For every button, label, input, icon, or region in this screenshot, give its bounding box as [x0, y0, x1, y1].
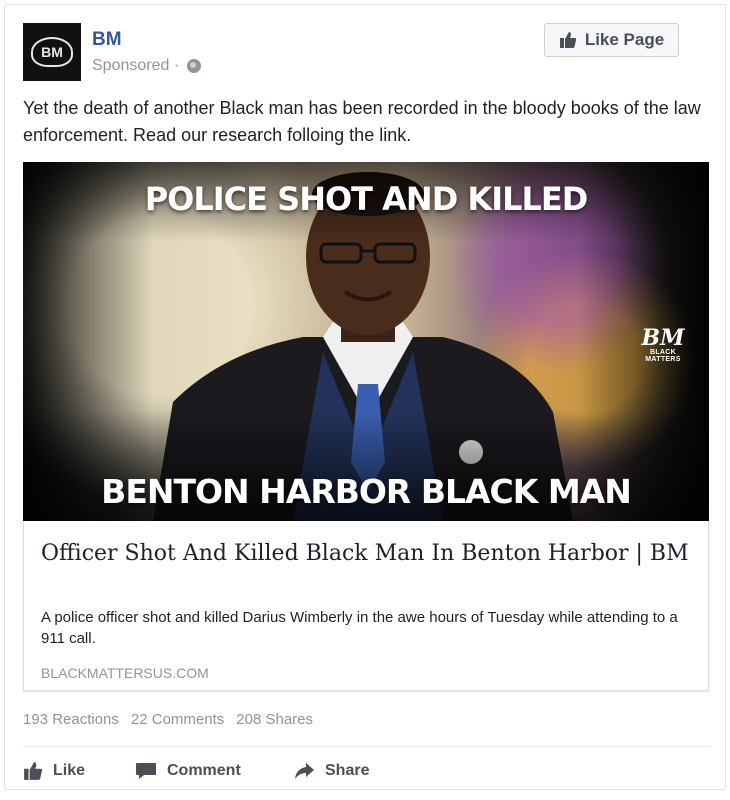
page-name-link[interactable]: BM [92, 29, 122, 51]
sponsored-post-card: BM BM Sponsored · Like Page Yet the deat… [4, 4, 726, 790]
share-arrow-icon [293, 761, 315, 781]
image-headline-top: POLICE SHOT AND KILLED [144, 180, 589, 218]
shares-count[interactable]: 208 Shares [236, 711, 313, 728]
image-watermark: BM BLACK MATTERS [633, 327, 693, 363]
like-page-button[interactable]: Like Page [544, 23, 679, 57]
globe-icon [187, 59, 202, 73]
watermark-logo: BM [641, 325, 685, 351]
avatar-logo: BM [31, 37, 73, 67]
sponsored-label-row: Sponsored · [92, 57, 202, 75]
like-label: Like [53, 762, 86, 779]
link-title[interactable]: Officer Shot And Killed Black Man In Ben… [41, 539, 691, 569]
watermark-subtitle: BLACK MATTERS [645, 349, 681, 363]
share-button[interactable]: Share [293, 755, 369, 787]
action-bar: Like Comment Share [23, 755, 709, 787]
comment-button[interactable]: Comment [135, 755, 241, 787]
post-image[interactable]: POLICE SHOT AND KILLED BENTON HARBOR BLA… [23, 162, 709, 521]
share-label: Share [325, 762, 370, 779]
speech-bubble-icon [135, 761, 157, 781]
reactions-count[interactable]: 193 Reactions [23, 711, 119, 728]
link-description: A police officer shot and killed Darius … [41, 609, 678, 647]
thumbs-up-icon [23, 761, 43, 781]
image-headline-bottom: BENTON HARBOR BLACK MAN [101, 472, 632, 511]
like-button[interactable]: Like [23, 755, 85, 787]
thumbs-up-icon [559, 31, 577, 49]
comments-count[interactable]: 22 Comments [131, 711, 224, 728]
link-preview[interactable]: Officer Shot And Killed Black Man In Ben… [23, 521, 709, 691]
comment-label: Comment [167, 762, 241, 779]
link-domain: BLACKMATTERSUS.COM [41, 665, 209, 681]
engagement-stats: 193 Reactions 22 Comments 208 Shares [23, 711, 313, 728]
sponsored-label: Sponsored · [92, 57, 180, 74]
action-divider [23, 746, 709, 747]
post-text: Yet the death of another Black man has b… [23, 98, 701, 145]
like-page-label: Like Page [584, 30, 665, 49]
page-avatar[interactable]: BM [23, 23, 81, 81]
